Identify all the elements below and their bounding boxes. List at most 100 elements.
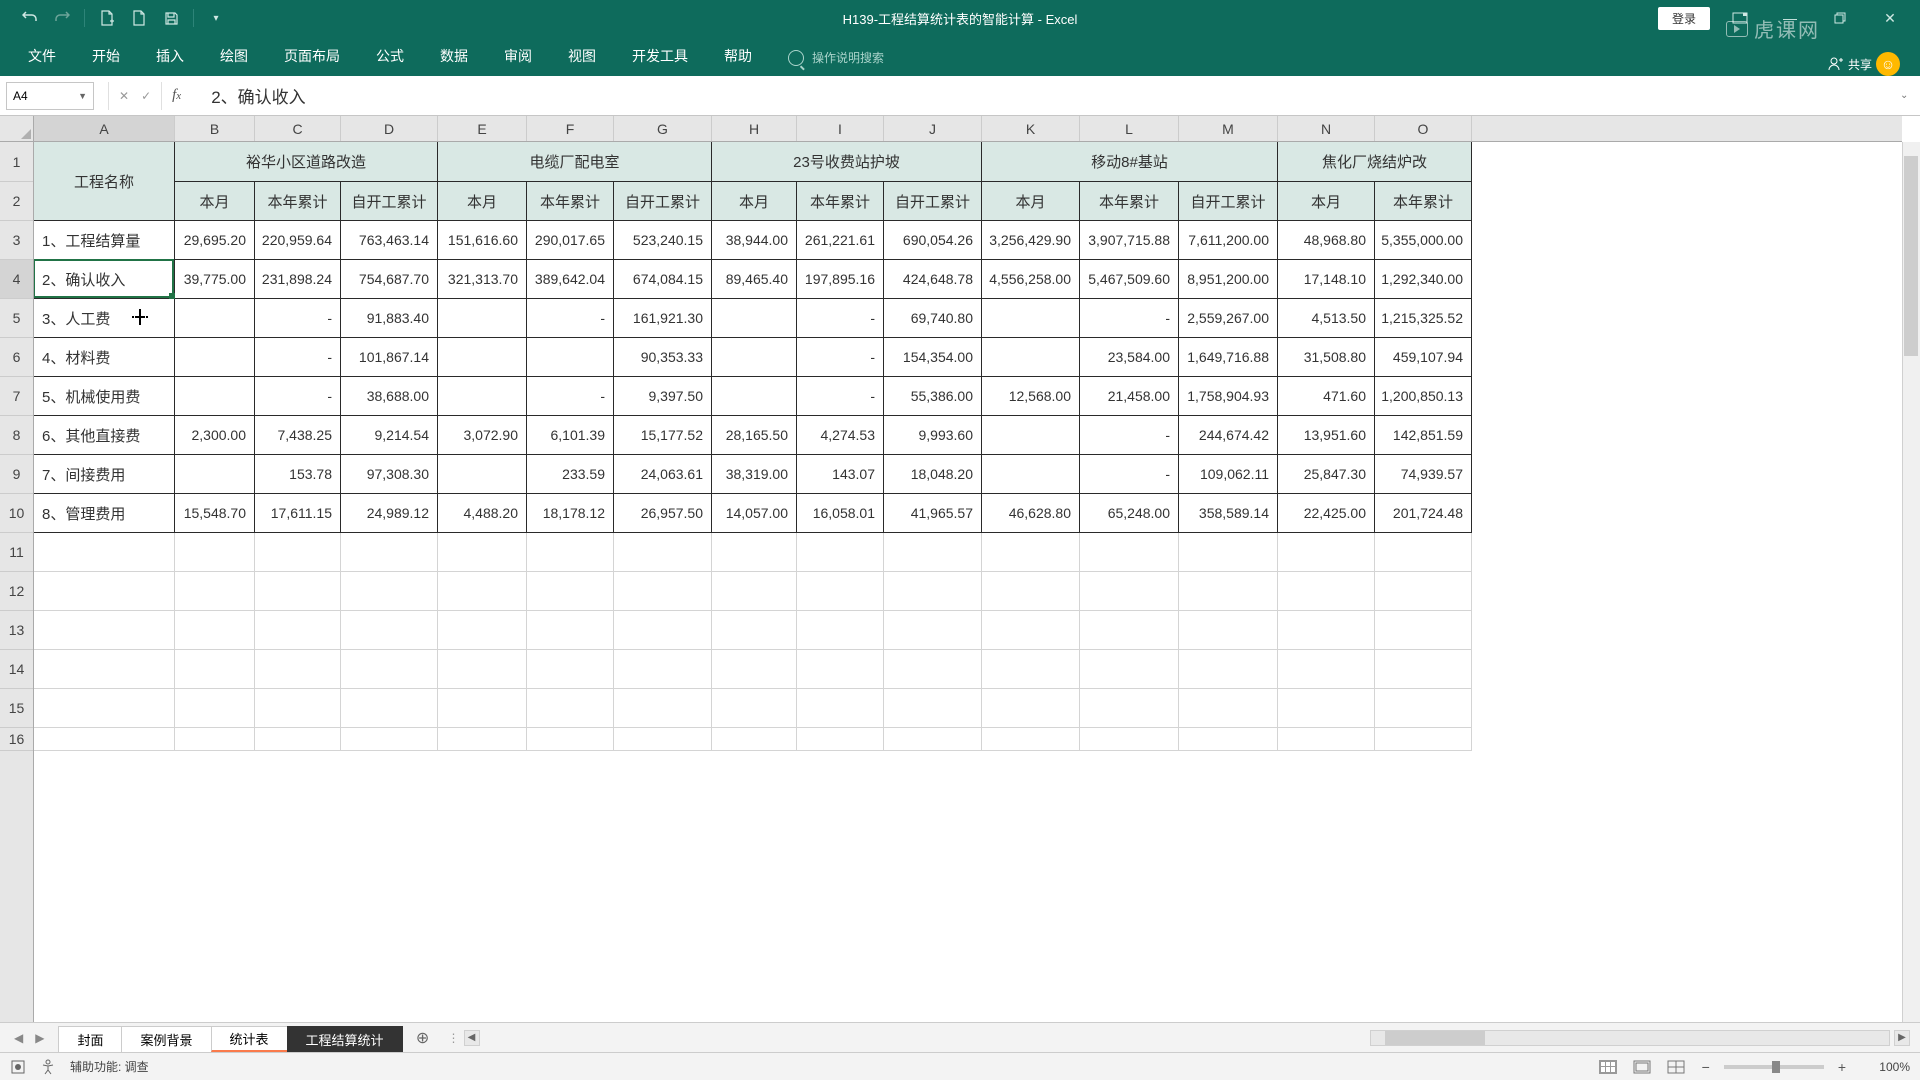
empty-cell[interactable] (34, 650, 175, 689)
sheet-nav-prev-icon[interactable]: ◀ (10, 1029, 27, 1047)
data-cell[interactable]: 1,215,325.52 (1375, 299, 1472, 338)
col-header-M[interactable]: M (1179, 116, 1278, 141)
row-header-9[interactable]: 9 (0, 455, 33, 494)
login-button[interactable]: 登录 (1658, 7, 1710, 30)
empty-cell[interactable] (982, 533, 1080, 572)
tab-help[interactable]: 帮助 (706, 36, 770, 76)
empty-cell[interactable] (1179, 728, 1278, 751)
data-cell[interactable]: 38,319.00 (712, 455, 797, 494)
row-header-1[interactable]: 1 (0, 142, 33, 182)
empty-cell[interactable] (1278, 572, 1375, 611)
data-cell[interactable]: 17,148.10 (1278, 260, 1375, 299)
data-cell[interactable]: 7,438.25 (255, 416, 341, 455)
row-header-4[interactable]: 4 (0, 260, 33, 299)
row-label[interactable]: 5、机械使用费 (34, 377, 175, 416)
col-header-C[interactable]: C (255, 116, 341, 141)
data-cell[interactable]: 7,611,200.00 (1179, 221, 1278, 260)
empty-cell[interactable] (797, 572, 884, 611)
row-label[interactable]: 1、工程结算量 (34, 221, 175, 260)
undo-icon[interactable] (20, 8, 40, 28)
row-header-8[interactable]: 8 (0, 416, 33, 455)
cancel-formula-icon[interactable]: ✕ (119, 89, 129, 103)
select-all-corner[interactable] (0, 116, 34, 142)
data-cell[interactable]: 261,221.61 (797, 221, 884, 260)
empty-cell[interactable] (1278, 650, 1375, 689)
cells-area[interactable]: 工程名称裕华小区道路改造电缆厂配电室23号收费站护坡移动8#基站焦化厂烧结炉改本… (34, 142, 1902, 1022)
sub-header[interactable]: 本月 (712, 182, 797, 221)
sub-header[interactable]: 本月 (982, 182, 1080, 221)
sub-header[interactable]: 本月 (175, 182, 255, 221)
empty-cell[interactable] (884, 611, 982, 650)
data-cell[interactable]: 55,386.00 (884, 377, 982, 416)
data-cell[interactable]: 424,648.78 (884, 260, 982, 299)
empty-cell[interactable] (1179, 533, 1278, 572)
data-cell[interactable]: 523,240.15 (614, 221, 712, 260)
row-label[interactable]: 7、间接费用 (34, 455, 175, 494)
empty-cell[interactable] (614, 572, 712, 611)
data-cell[interactable]: 18,048.20 (884, 455, 982, 494)
empty-cell[interactable] (527, 689, 614, 728)
empty-cell[interactable] (255, 650, 341, 689)
save-icon[interactable] (161, 8, 181, 28)
empty-cell[interactable] (438, 689, 527, 728)
data-cell[interactable]: 13,951.60 (1278, 416, 1375, 455)
empty-cell[interactable] (1080, 572, 1179, 611)
data-cell[interactable] (982, 299, 1080, 338)
sub-header[interactable]: 本年累计 (1080, 182, 1179, 221)
open-file-icon[interactable] (129, 8, 149, 28)
data-cell[interactable]: - (797, 338, 884, 377)
data-cell[interactable]: 151,616.60 (438, 221, 527, 260)
row-label[interactable]: 6、其他直接费 (34, 416, 175, 455)
empty-cell[interactable] (175, 572, 255, 611)
normal-view-icon[interactable] (1596, 1057, 1620, 1077)
data-cell[interactable]: 4,556,258.00 (982, 260, 1080, 299)
data-cell[interactable]: 74,939.57 (1375, 455, 1472, 494)
empty-cell[interactable] (712, 689, 797, 728)
empty-cell[interactable] (341, 611, 438, 650)
empty-cell[interactable] (982, 650, 1080, 689)
data-cell[interactable]: - (797, 299, 884, 338)
row-header-6[interactable]: 6 (0, 338, 33, 377)
empty-cell[interactable] (438, 572, 527, 611)
empty-cell[interactable] (1080, 728, 1179, 751)
row-header-12[interactable]: 12 (0, 572, 33, 611)
data-cell[interactable]: 16,058.01 (797, 494, 884, 533)
data-cell[interactable]: 17,611.15 (255, 494, 341, 533)
new-file-icon[interactable] (97, 8, 117, 28)
data-cell[interactable]: 674,084.15 (614, 260, 712, 299)
empty-cell[interactable] (527, 728, 614, 751)
tab-home[interactable]: 开始 (74, 36, 138, 76)
empty-cell[interactable] (1278, 689, 1375, 728)
maximize-icon[interactable] (1820, 0, 1860, 36)
empty-cell[interactable] (34, 611, 175, 650)
data-cell[interactable]: 91,883.40 (341, 299, 438, 338)
data-cell[interactable]: - (797, 377, 884, 416)
row-header-10[interactable]: 10 (0, 494, 33, 533)
data-cell[interactable]: - (255, 338, 341, 377)
col-header-L[interactable]: L (1080, 116, 1179, 141)
empty-cell[interactable] (1375, 611, 1472, 650)
chevron-down-icon[interactable]: ▼ (78, 91, 87, 101)
sub-header[interactable]: 自开工累计 (884, 182, 982, 221)
empty-cell[interactable] (255, 689, 341, 728)
data-cell[interactable]: 4,488.20 (438, 494, 527, 533)
col-header-K[interactable]: K (982, 116, 1080, 141)
sheet-tab[interactable]: 案例背景 (121, 1026, 211, 1052)
col-header-F[interactable]: F (527, 116, 614, 141)
sub-header[interactable]: 本年累计 (255, 182, 341, 221)
empty-cell[interactable] (438, 728, 527, 751)
sheet-nav-next-icon[interactable]: ▶ (31, 1029, 48, 1047)
data-cell[interactable] (527, 338, 614, 377)
data-cell[interactable]: 109,062.11 (1179, 455, 1278, 494)
sub-header[interactable]: 本年累计 (527, 182, 614, 221)
tab-formulas[interactable]: 公式 (358, 36, 422, 76)
data-cell[interactable]: 38,944.00 (712, 221, 797, 260)
empty-cell[interactable] (438, 650, 527, 689)
fx-icon[interactable]: fx (161, 82, 191, 110)
empty-cell[interactable] (712, 728, 797, 751)
row-label[interactable]: 4、材料费 (34, 338, 175, 377)
data-cell[interactable]: 161,921.30 (614, 299, 712, 338)
data-cell[interactable]: 3,256,429.90 (982, 221, 1080, 260)
tab-review[interactable]: 审阅 (486, 36, 550, 76)
data-cell[interactable]: 690,054.26 (884, 221, 982, 260)
